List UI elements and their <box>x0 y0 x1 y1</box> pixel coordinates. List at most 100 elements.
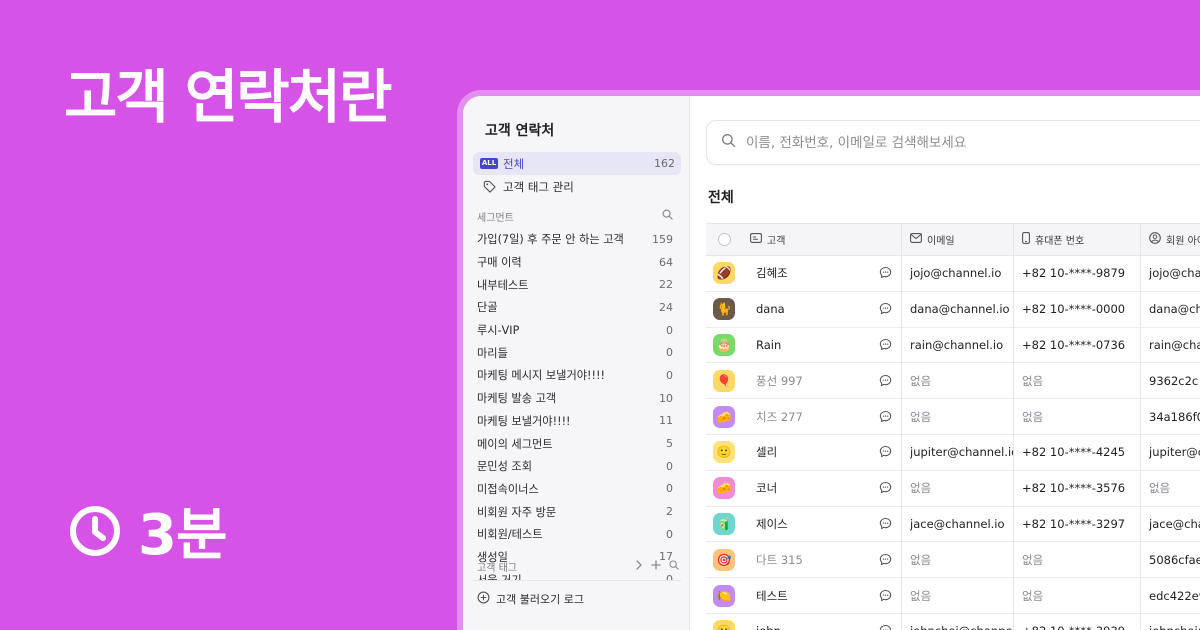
customer-name: 풍선 997 <box>756 373 803 388</box>
tag-actions <box>635 559 679 573</box>
phone-cell: 없음 <box>1014 578 1141 613</box>
segment-count: 0 <box>666 323 673 337</box>
segment-item[interactable]: 내부테스트 22 <box>473 273 681 296</box>
chat-icon[interactable] <box>879 374 893 388</box>
segment-label: 비회원 자주 방문 <box>477 505 557 519</box>
chat-icon[interactable] <box>879 624 893 630</box>
segment-item[interactable]: 가입(7일) 후 주문 안 하는 고객 159 <box>473 228 681 251</box>
avatar: 🧃 <box>713 512 735 535</box>
segment-item[interactable]: 마케팅 메시지 보낼거야!!!! 0 <box>473 364 681 387</box>
table-row[interactable]: 🎯 다트 315 없음 없음 5086cfae <box>706 542 1200 579</box>
import-log-link[interactable]: 고객 불러오기 로그 <box>473 585 681 613</box>
row-select-cell: 🧀 <box>706 471 742 506</box>
segment-item[interactable]: 구매 이력 64 <box>473 251 681 274</box>
segment-item[interactable]: 문민성 조회 0 <box>473 455 681 478</box>
tag-search-icon[interactable] <box>669 559 679 573</box>
member-id-cell: dana@cha <box>1149 302 1200 317</box>
table-row[interactable]: 🧀 코너 없음 +82 10-****-3576 없음 <box>706 470 1200 507</box>
row-select-cell: 🙂 <box>706 435 742 470</box>
all-icon: ALL <box>479 158 499 169</box>
member-id-cell: rain@cha <box>1149 337 1200 352</box>
table-row[interactable]: 🙂 셀리 jupiter@channel.io +82 10-****-4245 jup… <box>706 434 1200 471</box>
phone-icon <box>1022 232 1030 247</box>
table-body: 🏈 김혜조 jojo@channel.io +82 10-****-9879 jojo@… <box>706 256 1200 630</box>
search-input[interactable] <box>746 134 1200 151</box>
phone-cell: 없음 <box>1014 542 1141 578</box>
avatar: 🐈 <box>713 298 735 321</box>
email-cell: dana@channel.io <box>902 291 1014 327</box>
avatar: 🎯 <box>713 548 735 571</box>
table-row[interactable]: 🏈 김혜조 jojo@channel.io +82 10-****-9879 jojo@… <box>706 256 1200 292</box>
segment-label: 내부테스트 <box>477 278 529 292</box>
hero-title: 고객 연락처란 <box>64 63 392 131</box>
chat-icon[interactable] <box>879 302 893 316</box>
row-select-cell: 🎈 <box>706 363 742 398</box>
segment-count: 0 <box>666 346 673 360</box>
segment-count: 64 <box>659 255 673 269</box>
segment-item[interactable]: 비회원 자주 방문 2 <box>473 500 681 523</box>
table-row[interactable]: 🐈 dana dana@channel.io +82 10-****-0000 dana… <box>706 291 1200 328</box>
segment-label: 문민성 조회 <box>477 460 533 474</box>
customer-tags-header: 고객 태그 <box>473 554 681 578</box>
row-select-cell: 🧃 <box>706 507 742 542</box>
row-select-cell: 🏈 <box>706 256 742 291</box>
chat-icon[interactable] <box>879 410 893 424</box>
segment-item[interactable]: 루시-VIP 0 <box>473 319 681 342</box>
phone-cell: 없음 <box>1014 399 1141 434</box>
segment-item[interactable]: 단골 24 <box>473 296 681 319</box>
member-id-cell: 없음 <box>1149 481 1171 496</box>
name-cell: 코너 <box>742 470 902 506</box>
segment-item[interactable]: 마리들 0 <box>473 341 681 364</box>
name-cell: john <box>742 613 902 630</box>
search-box[interactable] <box>706 120 1200 165</box>
table-row[interactable]: 🍋 테스트 없음없음 edc422e9 <box>706 578 1200 614</box>
chat-icon[interactable] <box>879 266 893 280</box>
table-row[interactable]: 🎈 풍선 997 없음 없음 9362c2c <box>706 363 1200 400</box>
segment-item[interactable]: 마케팅 보낼거야!!!! 11 <box>473 410 681 433</box>
customer-name: 셀리 <box>756 445 778 460</box>
user-circle-icon <box>1149 232 1161 247</box>
segment-item[interactable]: 미접속이너스 0 <box>473 478 681 501</box>
select-all-checkbox[interactable] <box>717 233 731 246</box>
row-select-cell: 🎯 <box>706 542 742 577</box>
chat-icon[interactable] <box>879 481 893 495</box>
table-row[interactable]: 🧃 제이스 jace@channel.io +82 10-****-3297 jace@… <box>706 506 1200 543</box>
add-tag-icon[interactable] <box>651 559 661 573</box>
chat-icon[interactable] <box>879 338 893 352</box>
segment-label: 마케팅 메시지 보낼거야!!!! <box>477 369 605 383</box>
name-cell: Rain <box>742 327 902 363</box>
column-header-member-id[interactable]: 회원 아이 <box>1141 224 1200 255</box>
mail-icon <box>910 233 922 246</box>
chat-icon[interactable] <box>879 517 893 531</box>
select-all-cell <box>706 224 742 255</box>
email-cell: johnchoi@channe <box>902 613 1014 630</box>
column-header-phone[interactable]: 휴대폰 번호 <box>1014 224 1141 255</box>
import-log-label: 고객 불러오기 로그 <box>496 593 584 606</box>
id-card-icon <box>750 233 762 246</box>
page-title: 전체 <box>708 190 734 206</box>
table-row[interactable]: 🧀 치즈 277 없음 없음 34a186f0 <box>706 399 1200 435</box>
column-header-email[interactable]: 이메일 <box>902 224 1014 255</box>
nav-item-tag-management[interactable]: 고객 태그 관리 <box>473 175 681 198</box>
segment-search-icon[interactable] <box>662 209 673 223</box>
sidebar-footer: 고객 불러오기 로그 <box>473 580 681 613</box>
avatar: 🧀 <box>713 405 735 428</box>
nav-item-all[interactable]: ALL 전체 162 <box>473 152 681 175</box>
segment-label: 마리들 <box>477 346 508 360</box>
segment-item[interactable]: 마케팅 발송 고객 10 <box>473 387 681 410</box>
segment-item[interactable]: 메이의 세그먼트 5 <box>473 432 681 455</box>
table-row[interactable]: 🙂 john johnchoi@channe+82 10-****-3939john… <box>706 613 1200 630</box>
segment-item[interactable]: 비회원/테스트 0 <box>473 523 681 546</box>
chat-icon[interactable] <box>879 589 893 603</box>
chevron-right-icon[interactable] <box>635 559 643 573</box>
column-header-name[interactable]: 고객 <box>742 224 902 255</box>
chat-icon[interactable] <box>879 445 893 459</box>
table-row[interactable]: 🎂 Rain rain@channel.io +82 10-****-0736 rain… <box>706 327 1200 364</box>
avatar: 🙂 <box>713 620 735 630</box>
chat-icon[interactable] <box>879 553 893 567</box>
segment-count: 10 <box>659 391 673 405</box>
member-id-cell: johnchoi@ <box>1141 614 1200 630</box>
member-id-cell: jojo@cha <box>1149 266 1200 281</box>
email-cell: 없음 <box>902 363 1014 399</box>
name-cell: 셀리 <box>742 434 902 470</box>
